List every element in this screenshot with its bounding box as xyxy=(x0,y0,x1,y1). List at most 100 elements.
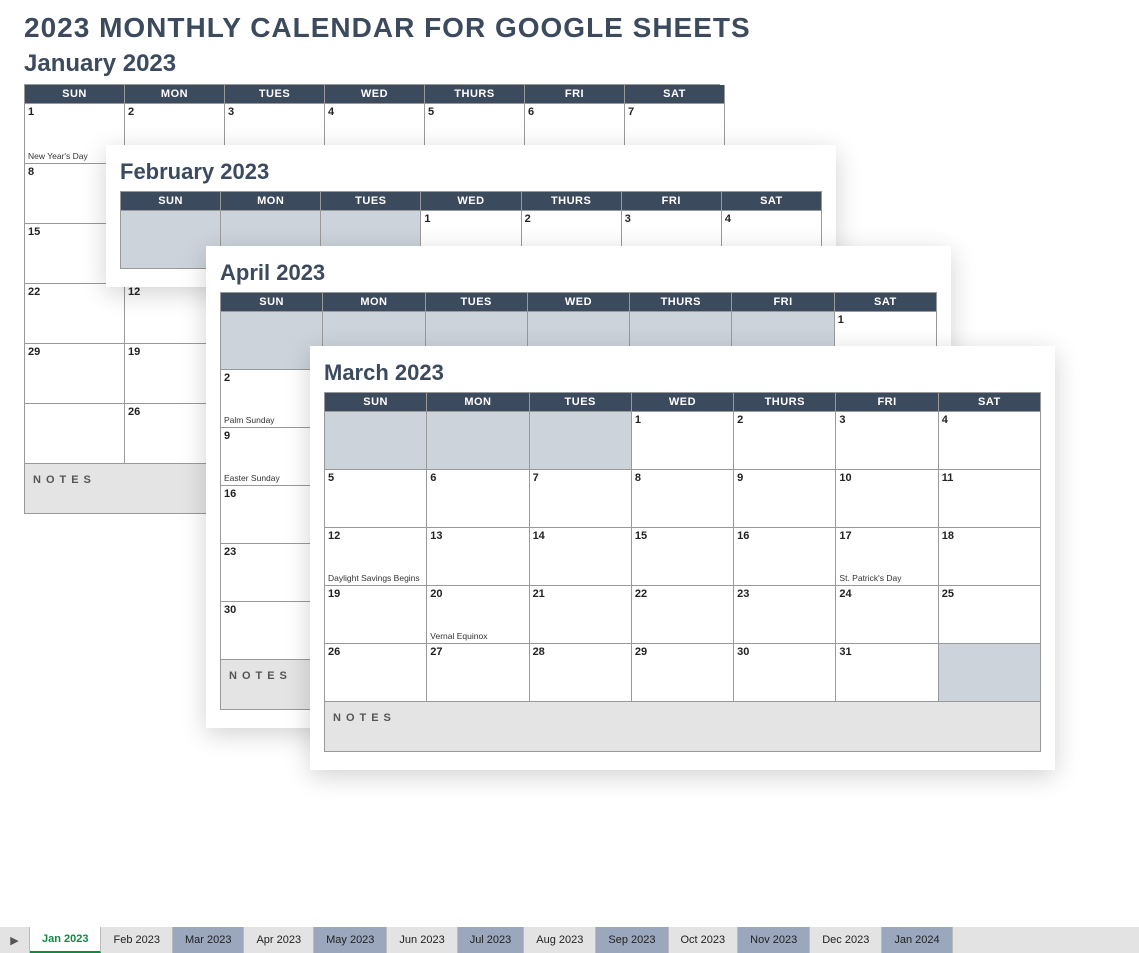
day-number: 7 xyxy=(533,472,628,484)
day-cell[interactable]: 29 xyxy=(632,644,734,702)
sheet-tab[interactable]: Oct 2023 xyxy=(669,927,739,953)
page-title: 2023 MONTHLY CALENDAR FOR GOOGLE SHEETS xyxy=(0,0,1139,44)
day-cell[interactable]: 23 xyxy=(221,544,323,602)
day-cell[interactable]: 30 xyxy=(221,602,323,660)
day-header: SAT xyxy=(939,393,1041,412)
day-cell[interactable] xyxy=(221,312,323,370)
day-cell[interactable]: 25 xyxy=(939,586,1041,644)
day-number: 31 xyxy=(839,646,934,658)
day-cell[interactable]: 19 xyxy=(325,586,427,644)
day-header: MON xyxy=(125,85,225,104)
day-number: 2 xyxy=(525,213,618,225)
day-cell[interactable]: 3 xyxy=(836,412,938,470)
day-cell[interactable]: 5 xyxy=(325,470,427,528)
notes-label: NOTES xyxy=(229,670,292,682)
day-cell[interactable]: 31 xyxy=(836,644,938,702)
day-cell[interactable]: 17St. Patrick's Day xyxy=(836,528,938,586)
day-cell[interactable]: 9Easter Sunday xyxy=(221,428,323,486)
sheet-tab[interactable]: Sep 2023 xyxy=(596,927,668,953)
day-number: 17 xyxy=(839,530,934,542)
day-number: 4 xyxy=(725,213,818,225)
day-cell[interactable]: 14 xyxy=(530,528,632,586)
day-header: SUN xyxy=(25,85,125,104)
day-number: 11 xyxy=(942,472,1037,484)
day-header: SUN xyxy=(221,293,323,312)
day-number: 23 xyxy=(224,546,319,558)
day-cell[interactable]: 7 xyxy=(530,470,632,528)
day-cell[interactable] xyxy=(939,644,1041,702)
notes-label: NOTES xyxy=(33,474,96,486)
day-cell[interactable]: 23 xyxy=(734,586,836,644)
day-cell[interactable]: 8 xyxy=(632,470,734,528)
day-number: 16 xyxy=(737,530,832,542)
day-cell[interactable]: 26 xyxy=(325,644,427,702)
day-cell[interactable]: 18 xyxy=(939,528,1041,586)
day-number: 2 xyxy=(128,106,221,118)
day-cell[interactable]: 29 xyxy=(25,344,125,404)
day-cell[interactable] xyxy=(25,404,125,464)
day-number: 5 xyxy=(428,106,521,118)
day-header: SAT xyxy=(722,192,822,211)
day-cell[interactable]: 10 xyxy=(836,470,938,528)
day-cell[interactable]: 20Vernal Equinox xyxy=(427,586,529,644)
day-header: FRI xyxy=(525,85,625,104)
sheet-tab[interactable]: May 2023 xyxy=(314,927,387,953)
sheet-tab[interactable]: Jan 2024 xyxy=(882,927,952,953)
day-number: 3 xyxy=(839,414,934,426)
day-cell[interactable]: 12Daylight Savings Begins xyxy=(325,528,427,586)
day-header: SAT xyxy=(835,293,937,312)
day-cell[interactable]: 6 xyxy=(427,470,529,528)
sheet-tab[interactable]: Mar 2023 xyxy=(173,927,244,953)
day-cell[interactable]: 27 xyxy=(427,644,529,702)
day-cell[interactable]: 13 xyxy=(427,528,529,586)
day-number: 3 xyxy=(625,213,718,225)
day-cell[interactable]: 30 xyxy=(734,644,836,702)
day-number: 1 xyxy=(838,314,933,326)
day-cell[interactable]: 16 xyxy=(221,486,323,544)
day-header: TUES xyxy=(321,192,421,211)
day-number: 4 xyxy=(328,106,421,118)
day-number: 1 xyxy=(28,106,121,118)
day-cell[interactable]: 22 xyxy=(632,586,734,644)
day-header: WED xyxy=(421,192,521,211)
day-cell[interactable]: 4 xyxy=(939,412,1041,470)
day-header: TUES xyxy=(225,85,325,104)
calendar-march: March 2023 SUNMONTUESWEDTHURSFRISAT12345… xyxy=(310,346,1055,770)
day-cell[interactable]: 2Palm Sunday xyxy=(221,370,323,428)
day-cell[interactable]: 9 xyxy=(734,470,836,528)
day-cell[interactable]: 28 xyxy=(530,644,632,702)
day-number: 18 xyxy=(942,530,1037,542)
day-number: 2 xyxy=(737,414,832,426)
day-header: FRI xyxy=(732,293,834,312)
day-header: WED xyxy=(325,85,425,104)
day-cell[interactable] xyxy=(427,412,529,470)
day-cell[interactable] xyxy=(530,412,632,470)
day-number: 9 xyxy=(737,472,832,484)
sheet-tab[interactable]: Jun 2023 xyxy=(387,927,457,953)
day-cell[interactable] xyxy=(325,412,427,470)
tab-scroll-icon[interactable]: ▶ xyxy=(0,927,30,953)
day-header: THURS xyxy=(425,85,525,104)
day-number: 12 xyxy=(328,530,423,542)
day-number: 7 xyxy=(628,106,721,118)
sheet-tab[interactable]: Feb 2023 xyxy=(101,927,172,953)
calendar-title: March 2023 xyxy=(324,360,1041,386)
sheet-tab[interactable]: Apr 2023 xyxy=(244,927,314,953)
day-cell[interactable]: 2 xyxy=(734,412,836,470)
sheet-tab[interactable]: Nov 2023 xyxy=(738,927,810,953)
day-cell[interactable]: 24 xyxy=(836,586,938,644)
day-cell[interactable]: 16 xyxy=(734,528,836,586)
sheet-tab[interactable]: Jul 2023 xyxy=(458,927,525,953)
sheet-tab[interactable]: Jan 2023 xyxy=(30,927,101,953)
day-cell[interactable]: 22 xyxy=(25,284,125,344)
notes-section[interactable]: NOTES xyxy=(325,702,1041,752)
day-cell[interactable]: 11 xyxy=(939,470,1041,528)
sheet-tab[interactable]: Aug 2023 xyxy=(524,927,596,953)
day-number: 26 xyxy=(328,646,423,658)
day-cell[interactable]: 15 xyxy=(632,528,734,586)
day-cell[interactable]: 1 xyxy=(632,412,734,470)
day-cell[interactable]: 21 xyxy=(530,586,632,644)
calendar-title: February 2023 xyxy=(120,159,822,185)
calendar-grid: SUNMONTUESWEDTHURSFRISAT123456789101112D… xyxy=(324,392,1041,752)
sheet-tab[interactable]: Dec 2023 xyxy=(810,927,882,953)
